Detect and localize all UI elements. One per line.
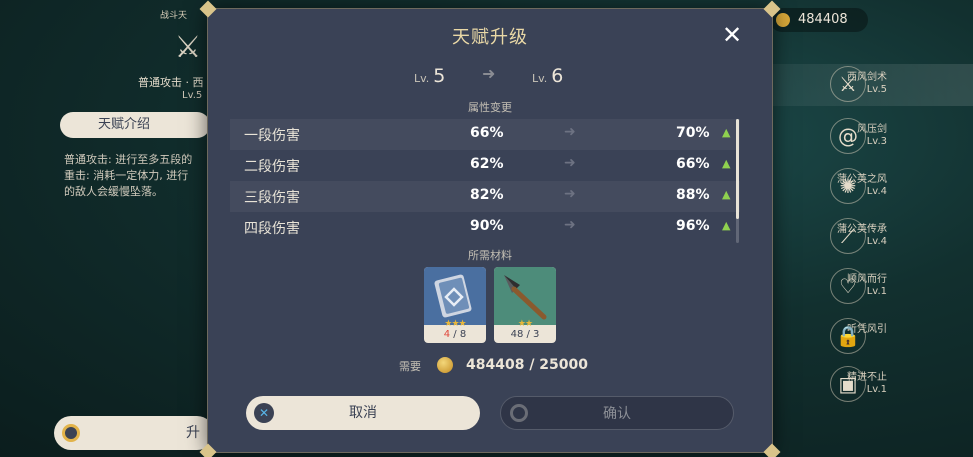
tab-talent-intro[interactable]: 天赋介绍 [60,112,210,138]
lock-icon: 🔒 [830,318,866,354]
heart-wind-icon: ♡ [830,268,866,304]
cancel-button-label: 取消 [349,405,377,421]
talent-item-level: Lv.5 [866,84,887,95]
arrow-right-icon: ➜ [564,186,576,202]
attribute-new-value: 96% [676,218,710,234]
talent-list-panel: 484408 西风剑术 Lv.5 ⚔ 风压剑 Lv.3 @ 蒲公英之风 Lv.4… [770,0,973,457]
panel-small-title: 战斗天 [160,11,188,21]
close-icon[interactable]: ✕ [720,23,744,47]
attribute-name: 三段伤害 [244,190,300,206]
cost-label: 需要 [399,360,421,373]
increase-arrow-icon: ▲ [722,126,731,139]
talent-detail-panel: 战斗天 ⚔ 普通攻击 · 西 Lv.5 天赋介绍 普通攻击: 进行至多五段的 重… [0,0,214,457]
talent-item-3[interactable]: 蒲公英之风 Lv.4 ✺ [770,166,973,208]
arrow-right-icon: ➜ [564,124,576,140]
arrow-right-icon: ➜ [564,217,576,233]
talent-item-6[interactable]: 听凭风引 🔒 [770,316,973,358]
confirm-button[interactable]: 确认 [500,396,734,430]
attribute-row: 一段伤害 66% ➜ 70% ▲ [230,119,740,150]
from-level: Lv. 5 [414,65,446,87]
attributes-label: 属性变更 [468,101,512,114]
attribute-old-value: 90% [470,218,504,234]
material-list: ★★★ 4 / 8 ★★ 48 / 3 [424,267,558,343]
cost-value: 484408 / 25000 [466,357,589,373]
attribute-name: 四段伤害 [244,221,300,237]
attribute-row: 三段伤害 82% ➜ 88% ▲ [230,181,740,212]
mora-coin-icon [776,13,790,27]
attribute-new-value: 70% [676,125,710,141]
attribute-row: 四段伤害 90% ➜ 96% ▲ [230,212,740,243]
normal-attack-icon: ⚔ [174,30,202,65]
talent-item-level: Lv.3 [866,136,887,147]
material-rarity: ★★ [517,319,533,329]
dialog-title: 天赋升级 [452,27,528,48]
attribute-old-value: 82% [470,187,504,203]
material-item-arrowhead[interactable]: ★★ 48 / 3 [494,267,556,343]
attribute-row: 二段伤害 62% ➜ 66% ▲ [230,150,740,181]
material-count: 48 / 3 [510,329,540,340]
talent-item-level: Lv.4 [866,186,887,197]
upgrade-button-label: 升 [186,425,200,441]
arrow-right-icon: ➜ [564,155,576,171]
wind-slash-icon: ⟋ [830,218,866,254]
material-count: 4 / 8 [443,329,467,340]
talent-upgrade-dialog: 天赋升级 ✕ Lv. 5 ➜ Lv. 6 属性变更 一段伤害 66% ➜ 70% ▲… [199,0,781,457]
level-change: Lv. 5 ➜ Lv. 6 [208,61,772,87]
upgrade-button-icon [62,424,80,442]
confirm-circle-icon [510,404,528,422]
talent-item-5[interactable]: 顺风而行 Lv.1 ♡ [770,266,973,308]
talent-item-level: Lv.4 [866,236,887,247]
crossed-swords-icon: ⚔ [830,66,866,102]
talent-item-level: Lv.1 [866,286,887,297]
attribute-name: 一段伤害 [244,128,300,144]
talent-item-4[interactable]: 蒲公英传承 Lv.4 ⟋ [770,216,973,258]
materials-label: 所需材料 [468,249,512,262]
dandelion-icon: ✺ [830,168,866,204]
increase-arrow-icon: ▲ [722,219,731,232]
arrow-right-icon: ➜ [482,64,496,83]
mora-amount: 484408 [798,12,848,27]
confirm-button-label: 确认 [603,406,631,422]
attribute-scrollbar[interactable] [736,119,739,243]
attribute-old-value: 62% [470,156,504,172]
attribute-new-value: 66% [676,156,710,172]
attribute-name: 二段伤害 [244,159,300,175]
skill-level: Lv.5 [182,90,203,101]
scrollbar-thumb[interactable] [736,119,739,219]
book-icon [424,267,486,325]
material-item-book[interactable]: ★★★ 4 / 8 [424,267,486,343]
attribute-list: 一段伤害 66% ➜ 70% ▲ 二段伤害 62% ➜ 66% ▲ 三段伤害 8… [230,119,740,243]
skill-description: 普通攻击: 进行至多五段的 重击: 消耗一定体力, 进行 的敌人会缓慢坠落。 [64,153,193,198]
mora-coin-icon [437,357,453,373]
cancel-button[interactable]: ✕ 取消 [246,396,480,430]
increase-arrow-icon: ▲ [722,188,731,201]
material-rarity: ★★★ [444,319,466,329]
upgrade-button[interactable]: 升 [54,416,214,450]
attribute-old-value: 66% [470,125,504,141]
cost-row: 需要 484408 / 25000 [208,357,772,375]
mora-counter: 484408 [770,8,868,32]
card-alert-icon: ▣ [830,366,866,402]
to-level: Lv. 6 [532,65,564,87]
arrowhead-icon [494,267,556,325]
cancel-x-icon: ✕ [254,403,274,423]
talent-item-7[interactable]: 精进不止 Lv.1 ▣ [770,364,973,406]
increase-arrow-icon: ▲ [722,157,731,170]
talent-item-2[interactable]: 风压剑 Lv.3 @ [770,116,973,158]
attribute-new-value: 88% [676,187,710,203]
talent-item-level: Lv.1 [866,384,887,395]
wind-swirl-icon: @ [830,118,866,154]
skill-name: 普通攻击 · 西 [138,76,204,89]
talent-item-1[interactable]: 西风剑术 Lv.5 ⚔ [770,64,973,106]
